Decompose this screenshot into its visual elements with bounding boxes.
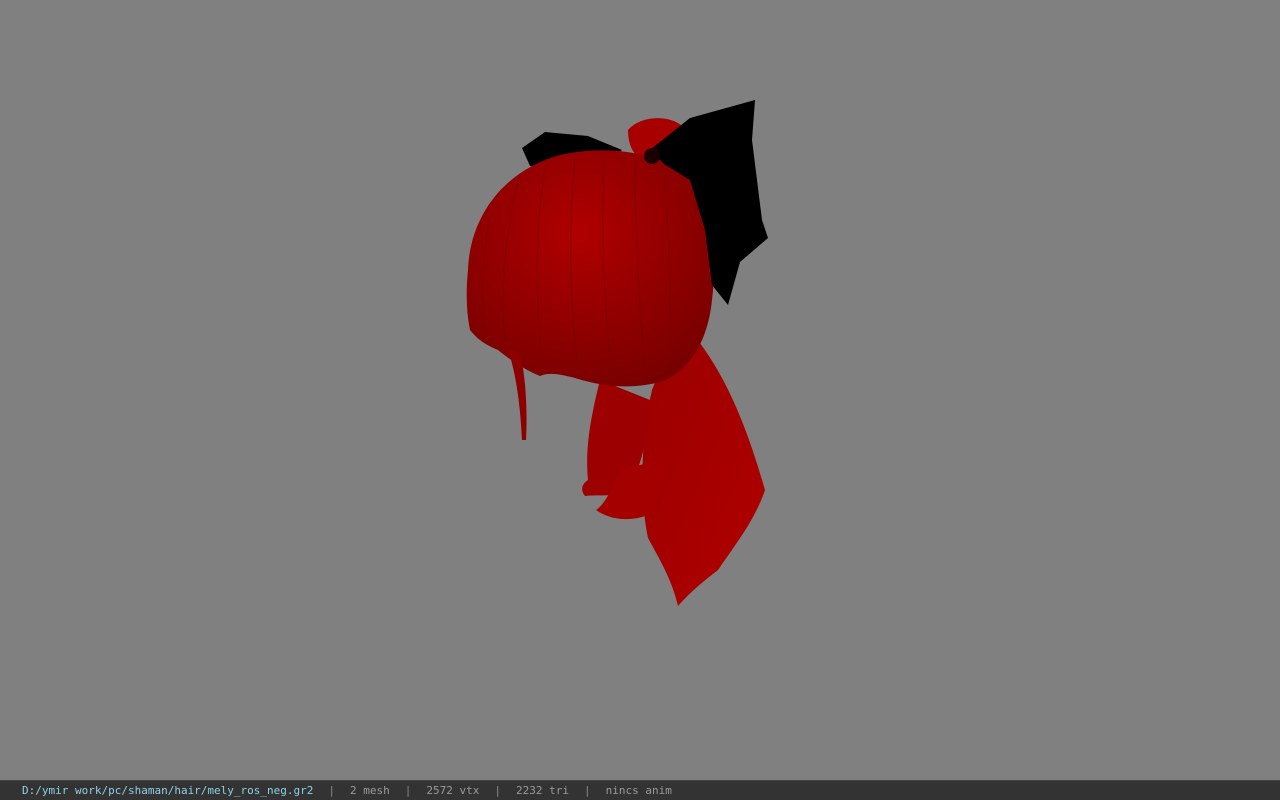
- status-separator: |: [494, 784, 502, 797]
- file-path: D:/ymir work/pc/shaman/hair/mely_ros_neg…: [22, 784, 314, 797]
- status-separator: |: [584, 784, 591, 797]
- triangle-count: 2232 tri: [516, 784, 569, 797]
- vertex-count: 2572 vtx: [426, 784, 480, 797]
- anim-status: nincs anim: [605, 784, 672, 797]
- status-separator: |: [328, 784, 336, 797]
- 3d-viewport[interactable]: [0, 0, 1280, 780]
- hair-model-render: [466, 100, 768, 606]
- bow-knot: [644, 148, 660, 164]
- status-bar: D:/ymir work/pc/shaman/hair/mely_ros_neg…: [0, 780, 1280, 800]
- mesh-count: 2 mesh: [350, 784, 390, 797]
- status-separator: |: [404, 784, 412, 797]
